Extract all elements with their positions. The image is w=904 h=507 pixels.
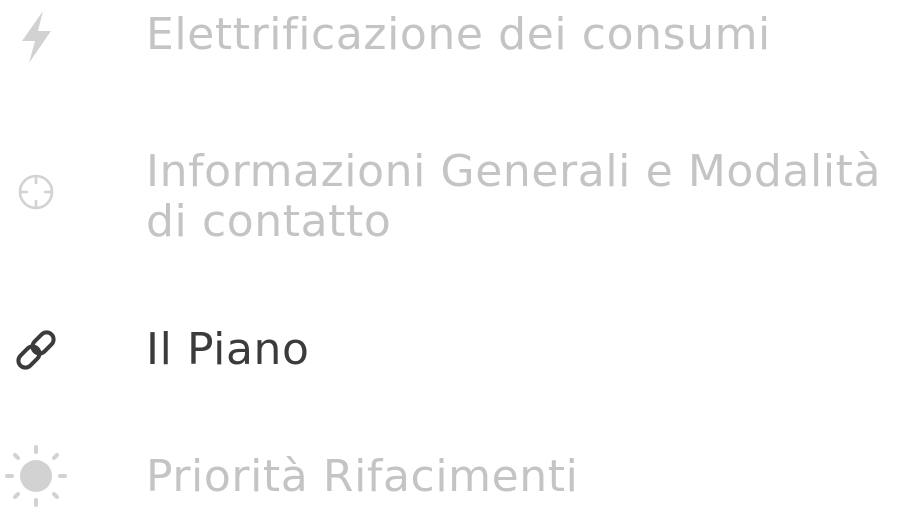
- nav-item-informazioni-generali[interactable]: Informazioni Generali e Modalità di cont…: [0, 140, 904, 250]
- nav-item-priorita-rifacimenti[interactable]: Priorità Rifacimenti: [0, 440, 904, 507]
- link-icon: [0, 318, 72, 382]
- nav-item-elettrificazione-dei-consumi[interactable]: Elettrificazione dei consumi: [0, 0, 904, 80]
- nav-item-il-piano[interactable]: Il Piano: [0, 318, 904, 388]
- nav-item-label: Il Piano: [146, 324, 310, 375]
- nav-item-label: Priorità Rifacimenti: [146, 451, 579, 502]
- crosshair-icon: [0, 160, 72, 224]
- sun-icon: [0, 444, 72, 507]
- nav-item-label: Informazioni Generali e Modalità di cont…: [146, 146, 882, 247]
- lightning-bolt-icon: [0, 5, 72, 69]
- nav-item-label: Elettrificazione dei consumi: [146, 9, 771, 60]
